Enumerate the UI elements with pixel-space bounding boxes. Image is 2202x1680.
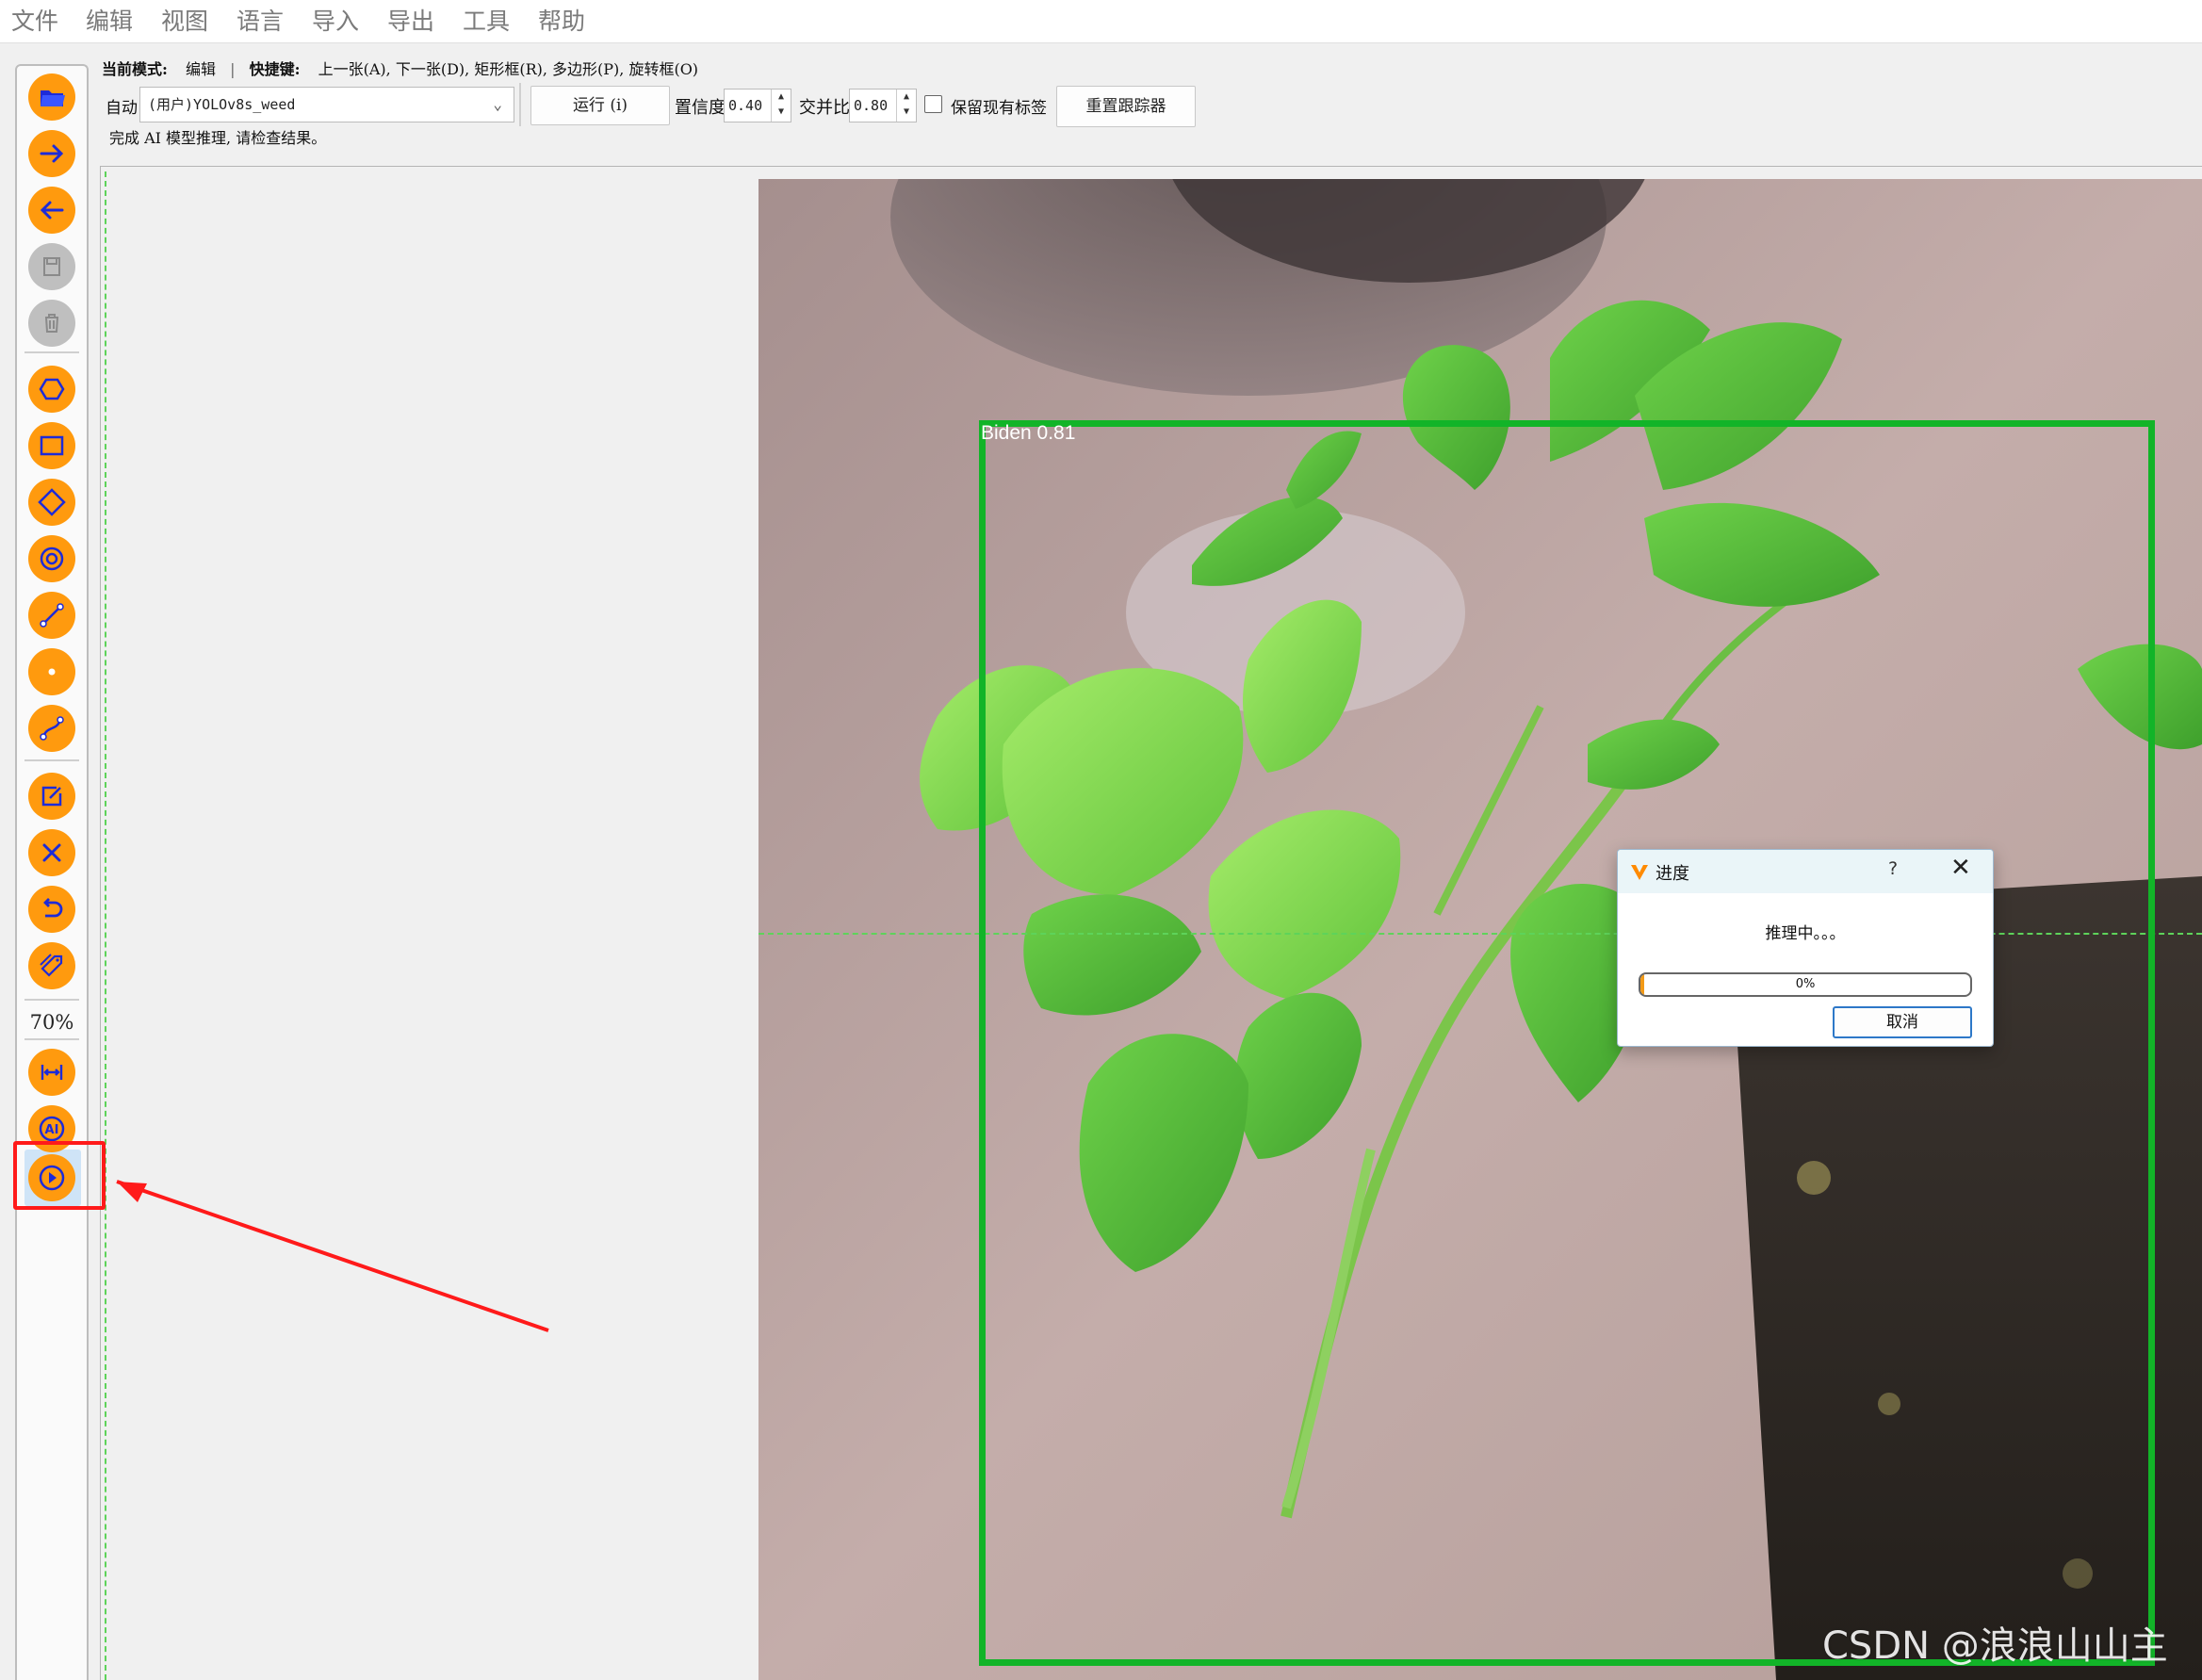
undo-button[interactable] <box>28 886 75 933</box>
arrow-icon <box>116 1180 549 1332</box>
circle-icon <box>40 546 64 571</box>
ai-icon: AI <box>39 1116 65 1142</box>
rectangle-icon <box>40 435 64 456</box>
help-button[interactable]: ? <box>1888 858 1898 879</box>
dialog-title: 进度 <box>1656 864 1689 884</box>
undo-icon <box>43 898 63 918</box>
mode-value: 编辑 <box>186 60 217 78</box>
iou-spinbox[interactable]: 0.80 ▲ ▼ <box>849 89 917 122</box>
shortcuts-label: 快捷键: <box>249 60 301 78</box>
label-tag-icon <box>40 954 63 977</box>
point-tool-button[interactable] <box>28 648 75 695</box>
rectangle-tool-button[interactable] <box>28 422 75 469</box>
fit-width-icon <box>41 1065 63 1080</box>
run-button[interactable]: 运行 (i) <box>530 86 670 125</box>
line-icon <box>40 603 64 628</box>
confidence-value: 0.40 <box>728 97 763 114</box>
point-icon <box>48 668 56 676</box>
keep-labels-checkbox[interactable] <box>924 95 942 113</box>
mode-shortcut-line: 当前模式: 编辑 | 快捷键: 上一张(A), 下一张(D), 矩形框(R), … <box>102 57 698 83</box>
prev-image-icon <box>40 201 64 220</box>
confidence-label: 置信度 <box>675 98 726 118</box>
menu-import[interactable]: 导入 <box>312 0 359 42</box>
fit-width-button[interactable] <box>28 1049 75 1096</box>
close-button[interactable]: ✕ <box>1950 854 1971 882</box>
reset-tracker-button[interactable]: 重置跟踪器 <box>1056 86 1196 127</box>
menu-help[interactable]: 帮助 <box>538 0 585 42</box>
next-image-icon <box>40 144 64 163</box>
delete-shape-icon <box>42 843 61 862</box>
keep-labels-label[interactable]: 保留现有标签 <box>951 94 1047 118</box>
menu-tools[interactable]: 工具 <box>463 0 510 42</box>
delete-shape-button[interactable] <box>28 829 75 876</box>
menu-bar: 文件 编辑 视图 语言 导入 导出 工具 帮助 <box>0 0 2202 43</box>
highlight-box <box>13 1141 106 1210</box>
auto-label: 自动 <box>106 99 138 118</box>
open-folder-button[interactable] <box>28 73 75 121</box>
app-logo-icon <box>1631 865 1648 880</box>
toolbar-separator <box>24 351 79 353</box>
cancel-button[interactable]: 取消 <box>1833 1006 1972 1038</box>
dialog-message: 推理中。。。 <box>1765 924 1846 943</box>
polygon-tool-button[interactable] <box>28 366 75 413</box>
progress-dialog: 进度 ? ✕ 推理中。。。 0% 取消 <box>1617 849 1994 1047</box>
menu-export[interactable]: 导出 <box>387 0 434 42</box>
menu-language[interactable]: 语言 <box>237 0 284 42</box>
shortcuts-text: 上一张(A), 下一张(D), 矩形框(R), 多边形(P), 旋转框(O) <box>318 60 699 78</box>
menu-file[interactable]: 文件 <box>11 0 58 42</box>
model-select-value: (用户)YOLOv8s_weed <box>148 96 296 113</box>
mode-label: 当前模式: <box>102 60 168 78</box>
menu-view[interactable]: 视图 <box>161 0 208 42</box>
label-tag-button[interactable] <box>28 942 75 989</box>
polygon-icon <box>39 378 65 400</box>
spin-arrows-icon[interactable]: ▲ ▼ <box>896 90 916 122</box>
next-image-button[interactable] <box>28 130 75 177</box>
linestrip-icon <box>40 716 64 741</box>
save-icon <box>43 257 60 276</box>
crosshair-vertical <box>105 171 106 1680</box>
spin-arrows-icon[interactable]: ▲ ▼ <box>771 90 791 122</box>
left-toolbar: 70% AI <box>15 64 89 1680</box>
chevron-down-icon: ⌄ <box>493 95 502 113</box>
iou-label: 交并比 <box>799 98 850 118</box>
rotated-box-tool-button[interactable] <box>28 479 75 526</box>
svg-text:AI: AI <box>45 1123 59 1137</box>
progress-bar: 0% <box>1639 972 1972 997</box>
delete-file-icon <box>45 314 58 333</box>
toolbar-separator <box>24 759 79 761</box>
detection-label: Biden 0.81 <box>981 422 1076 444</box>
watermark: CSDN @浪浪山山主 <box>1822 1624 2168 1668</box>
divider <box>519 83 521 126</box>
save-button[interactable] <box>28 243 75 290</box>
toolbar-separator <box>24 1038 79 1040</box>
open-folder-icon <box>41 90 65 106</box>
edit-icon <box>41 786 62 807</box>
confidence-spinbox[interactable]: 0.40 ▲ ▼ <box>724 89 791 122</box>
line-tool-button[interactable] <box>28 592 75 639</box>
delete-file-button[interactable] <box>28 300 75 347</box>
status-message: 完成 AI 模型推理, 请检查结果。 <box>109 129 327 147</box>
edit-tool-button[interactable] <box>28 773 75 820</box>
prev-image-button[interactable] <box>28 187 75 234</box>
zoom-level[interactable]: 70% <box>17 1011 87 1034</box>
toolbar-separator <box>24 999 79 1001</box>
mode-separator: | <box>230 60 236 78</box>
menu-edit[interactable]: 编辑 <box>86 0 133 42</box>
progress-text: 0% <box>1795 977 1816 991</box>
circle-tool-button[interactable] <box>28 535 75 582</box>
rotated-box-icon <box>38 488 66 516</box>
model-select[interactable]: (用户)YOLOv8s_weed ⌄ <box>139 87 514 122</box>
iou-value: 0.80 <box>854 97 889 114</box>
linestrip-tool-button[interactable] <box>28 705 75 752</box>
